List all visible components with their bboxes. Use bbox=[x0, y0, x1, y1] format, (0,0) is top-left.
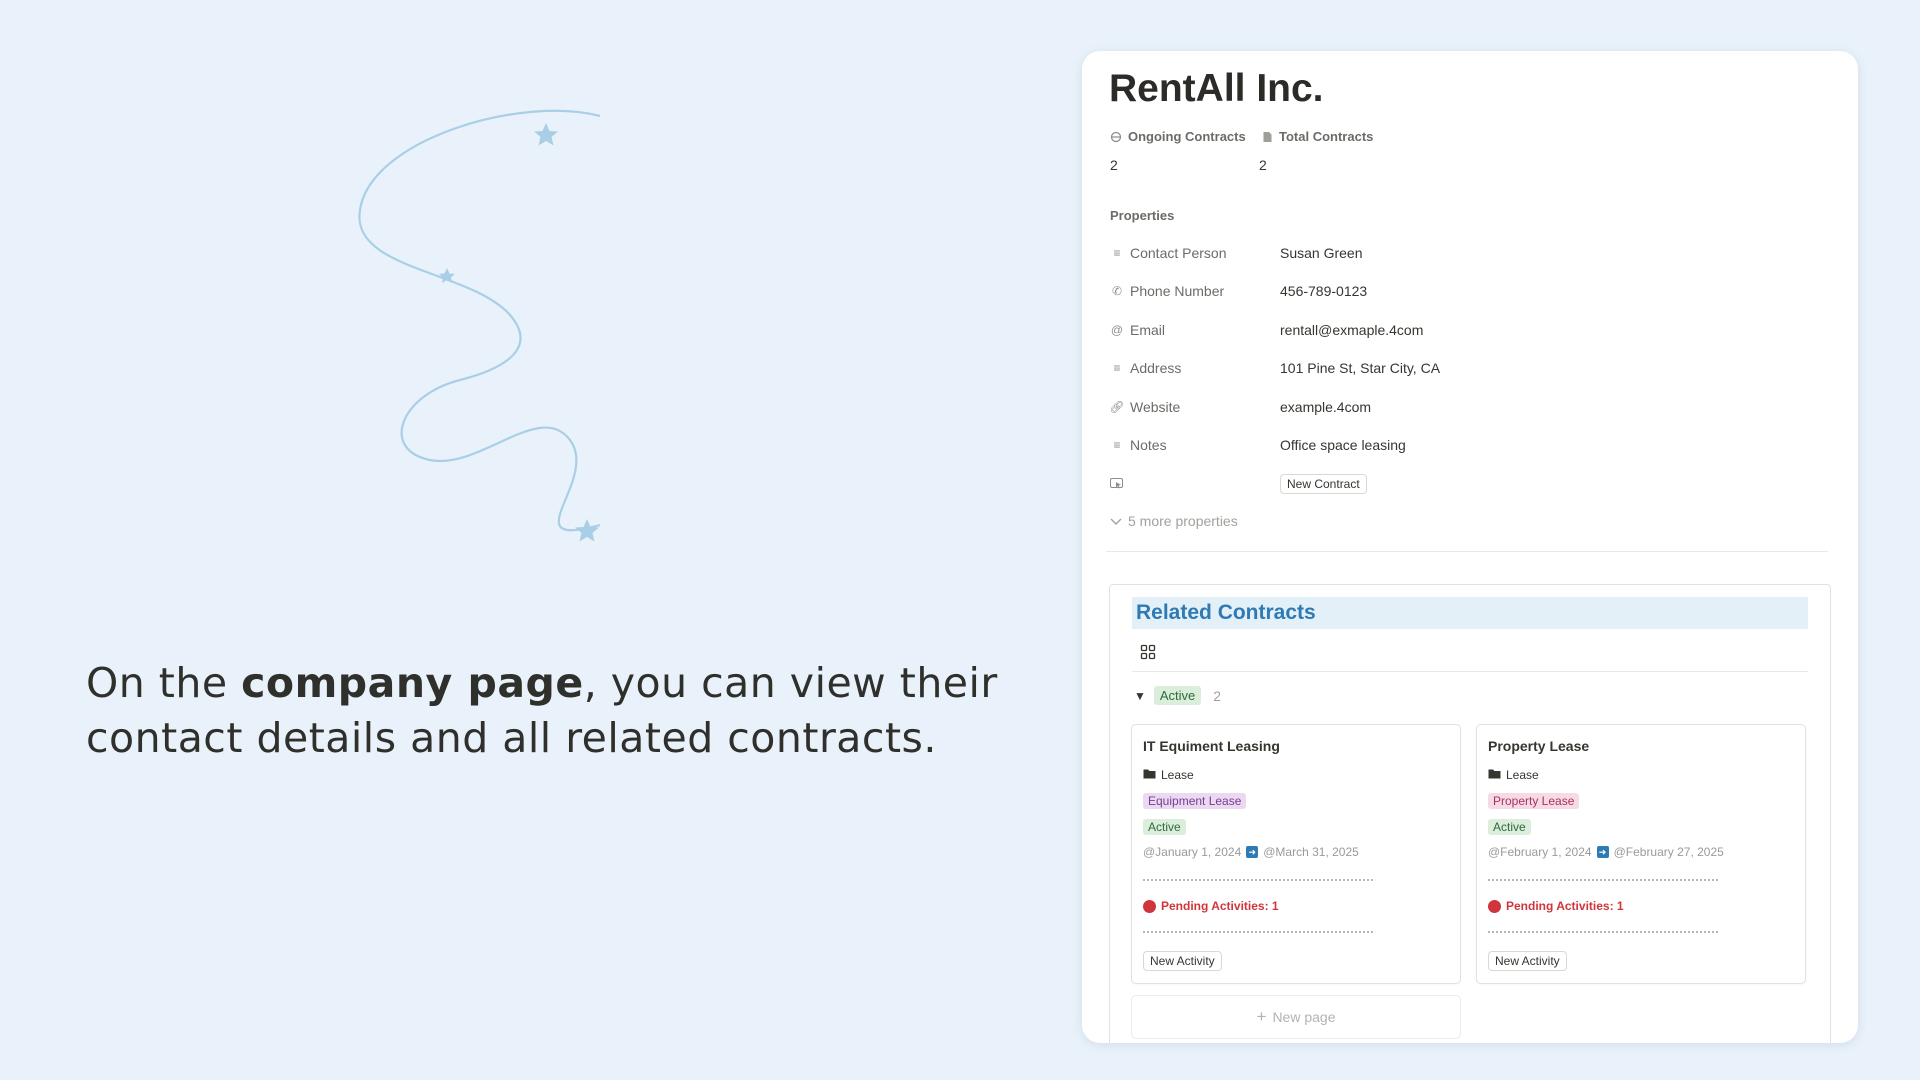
text-lines-icon: ≡ bbox=[1113, 246, 1121, 260]
card-title: IT Equiment Leasing bbox=[1143, 738, 1280, 754]
property-button: New Contract bbox=[1110, 473, 1367, 495]
star-icon bbox=[575, 519, 599, 542]
cursor-click-icon bbox=[1110, 477, 1124, 491]
property-email[interactable]: @ Email rentall@exmaple.4com bbox=[1110, 319, 1423, 341]
contract-dates: @January 1, 2024 ➜ @March 31, 2025 bbox=[1143, 845, 1359, 859]
contract-card[interactable]: Property Lease Lease Property Lease Acti… bbox=[1476, 724, 1806, 984]
stat-ongoing-contracts-value: 2 bbox=[1110, 157, 1118, 173]
new-activity-button[interactable]: New Activity bbox=[1488, 951, 1567, 971]
property-value[interactable]: example.4com bbox=[1280, 399, 1371, 415]
red-circle-icon bbox=[1143, 899, 1156, 913]
property-value[interactable]: 101 Pine St, Star City, CA bbox=[1280, 360, 1440, 376]
status-badge: Active bbox=[1153, 686, 1202, 705]
chevron-down-icon bbox=[1110, 513, 1122, 529]
properties-heading: Properties bbox=[1110, 208, 1175, 223]
dotted-divider bbox=[1488, 879, 1718, 881]
at-icon: @ bbox=[1110, 323, 1124, 337]
arrow-right-icon: ➜ bbox=[1246, 846, 1259, 858]
contract-subtype-tag: Equipment Lease bbox=[1143, 793, 1247, 809]
property-value[interactable]: 456-789-0123 bbox=[1280, 283, 1367, 299]
pending-activities: Pending Activities: 1 bbox=[1488, 899, 1624, 913]
divider bbox=[1132, 671, 1808, 672]
stat-ongoing-contracts-label[interactable]: Ongoing Contracts bbox=[1109, 129, 1246, 144]
new-activity-button[interactable]: New Activity bbox=[1143, 951, 1222, 971]
related-contracts-title[interactable]: Related Contracts bbox=[1132, 597, 1808, 629]
dotted-divider bbox=[1143, 879, 1373, 881]
stat-total-contracts-label[interactable]: Total Contracts bbox=[1260, 129, 1373, 144]
more-properties-toggle[interactable]: 5 more properties bbox=[1110, 513, 1238, 529]
property-phone-number[interactable]: ✆ Phone Number 456-789-0123 bbox=[1110, 280, 1367, 302]
status-badge: Active bbox=[1488, 819, 1531, 835]
phone-icon: ✆ bbox=[1111, 284, 1123, 298]
contract-subtype-tag: Property Lease bbox=[1488, 793, 1580, 809]
document-icon bbox=[1260, 130, 1274, 144]
group-count: 2 bbox=[1213, 687, 1222, 704]
board-view-icon[interactable] bbox=[1140, 644, 1156, 665]
property-value[interactable]: Office space leasing bbox=[1280, 437, 1406, 453]
divider bbox=[1106, 551, 1828, 552]
property-value[interactable]: Susan Green bbox=[1280, 245, 1363, 261]
arrow-right-icon: ➜ bbox=[1596, 846, 1609, 858]
contract-dates: @February 1, 2024 ➜ @February 27, 2025 bbox=[1488, 845, 1724, 859]
card-title: Property Lease bbox=[1488, 738, 1590, 754]
card-type: Lease bbox=[1143, 768, 1194, 782]
property-address[interactable]: ≡ Address 101 Pine St, Star City, CA bbox=[1110, 357, 1440, 379]
plus-icon: + bbox=[1256, 1007, 1267, 1026]
property-contact-person[interactable]: ≡ Contact Person Susan Green bbox=[1110, 242, 1363, 264]
property-value[interactable]: rentall@exmaple.4com bbox=[1280, 322, 1423, 338]
card-type: Lease bbox=[1488, 768, 1539, 782]
pending-activities: Pending Activities: 1 bbox=[1143, 899, 1279, 913]
new-page-button[interactable]: + New page bbox=[1131, 995, 1461, 1039]
folder-icon bbox=[1488, 768, 1501, 782]
status-badge: Active bbox=[1143, 819, 1186, 835]
page-title: RentAll Inc. bbox=[1109, 67, 1324, 110]
triangle-down-icon[interactable]: ▼ bbox=[1134, 689, 1146, 703]
property-notes[interactable]: ≡ Notes Office space leasing bbox=[1110, 434, 1406, 456]
new-contract-button[interactable]: New Contract bbox=[1280, 474, 1367, 494]
link-icon: 🔗︎ bbox=[1109, 400, 1125, 414]
text-lines-icon: ≡ bbox=[1113, 438, 1121, 452]
folder-icon bbox=[1143, 768, 1156, 782]
group-header-active[interactable]: ▼ Active 2 bbox=[1134, 686, 1221, 705]
loop-icon bbox=[1109, 130, 1123, 144]
tagline: On the company page, you can view their … bbox=[86, 659, 998, 762]
dotted-divider bbox=[1143, 931, 1373, 933]
related-contracts-section: Related Contracts ▼ Active 2 IT Equiment… bbox=[1109, 584, 1831, 1043]
company-page-panel: RentAll Inc. Ongoing Contracts 2 Total C… bbox=[1082, 51, 1858, 1043]
dotted-divider bbox=[1488, 931, 1718, 933]
star-icon bbox=[534, 123, 558, 146]
stat-total-contracts-value: 2 bbox=[1259, 157, 1267, 173]
property-website[interactable]: 🔗︎ Website example.4com bbox=[1109, 396, 1371, 418]
contract-card[interactable]: IT Equiment Leasing Lease Equipment Leas… bbox=[1131, 724, 1461, 984]
decorative-swirl bbox=[358, 109, 601, 542]
red-circle-icon bbox=[1488, 899, 1501, 913]
text-lines-icon: ≡ bbox=[1113, 361, 1121, 375]
